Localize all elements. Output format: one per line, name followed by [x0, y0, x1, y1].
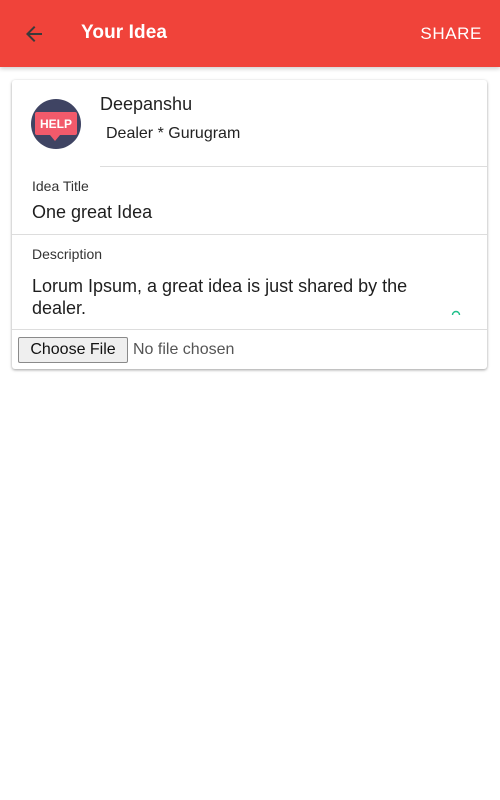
- choose-file-button[interactable]: Choose File: [18, 337, 128, 363]
- idea-title-label: Idea Title: [32, 178, 89, 194]
- loading-spinner-icon: [451, 310, 461, 316]
- help-speech-bubble-icon: HELP: [31, 99, 81, 149]
- share-button[interactable]: SHARE: [420, 24, 482, 44]
- back-button[interactable]: [14, 14, 54, 54]
- description-label: Description: [32, 246, 103, 262]
- user-meta: Dealer * Gurugram: [106, 125, 241, 142]
- divider: [12, 234, 487, 235]
- arrow-back-icon: [26, 26, 42, 42]
- page-title: Your Idea: [81, 22, 168, 43]
- idea-card: HELP Deepanshu Dealer * Gurugram Idea Ti…: [12, 80, 487, 369]
- divider: [100, 166, 487, 167]
- avatar-help-text: HELP: [40, 117, 72, 131]
- description-field[interactable]: Lorum Ipsum, a great idea is just shared…: [32, 275, 452, 319]
- file-status-text: No file chosen: [133, 341, 235, 358]
- idea-title-field[interactable]: One great Idea: [32, 202, 152, 223]
- divider: [12, 329, 487, 330]
- user-name: Deepanshu: [100, 94, 193, 114]
- app-bar: Your Idea SHARE: [0, 0, 500, 67]
